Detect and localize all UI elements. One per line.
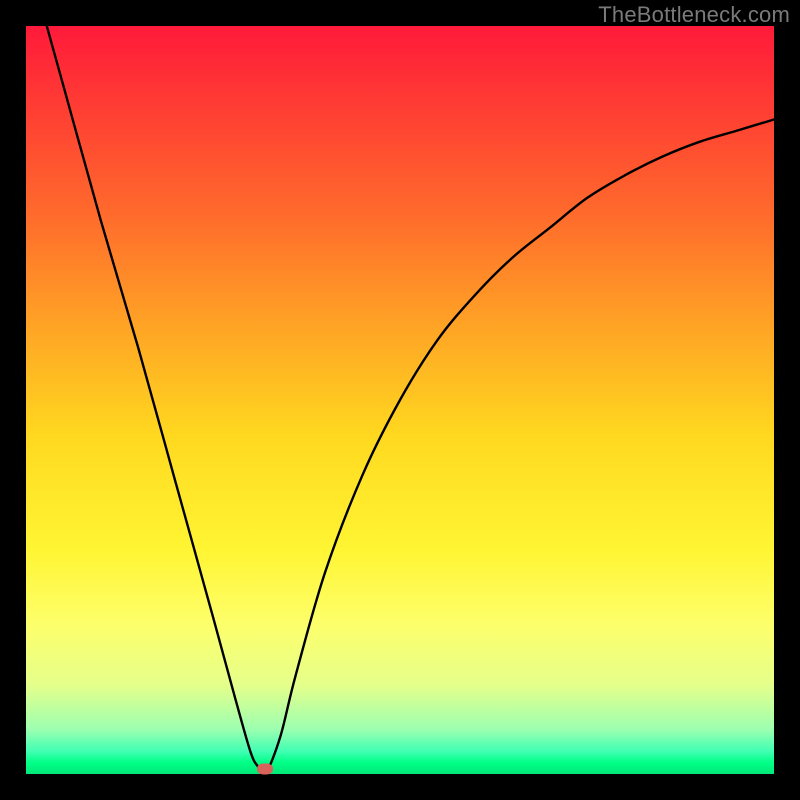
optimal-marker	[257, 763, 273, 774]
plot-area	[26, 26, 774, 774]
chart-frame: TheBottleneck.com	[0, 0, 800, 800]
bottleneck-curve	[26, 26, 774, 774]
watermark-text: TheBottleneck.com	[598, 2, 790, 28]
